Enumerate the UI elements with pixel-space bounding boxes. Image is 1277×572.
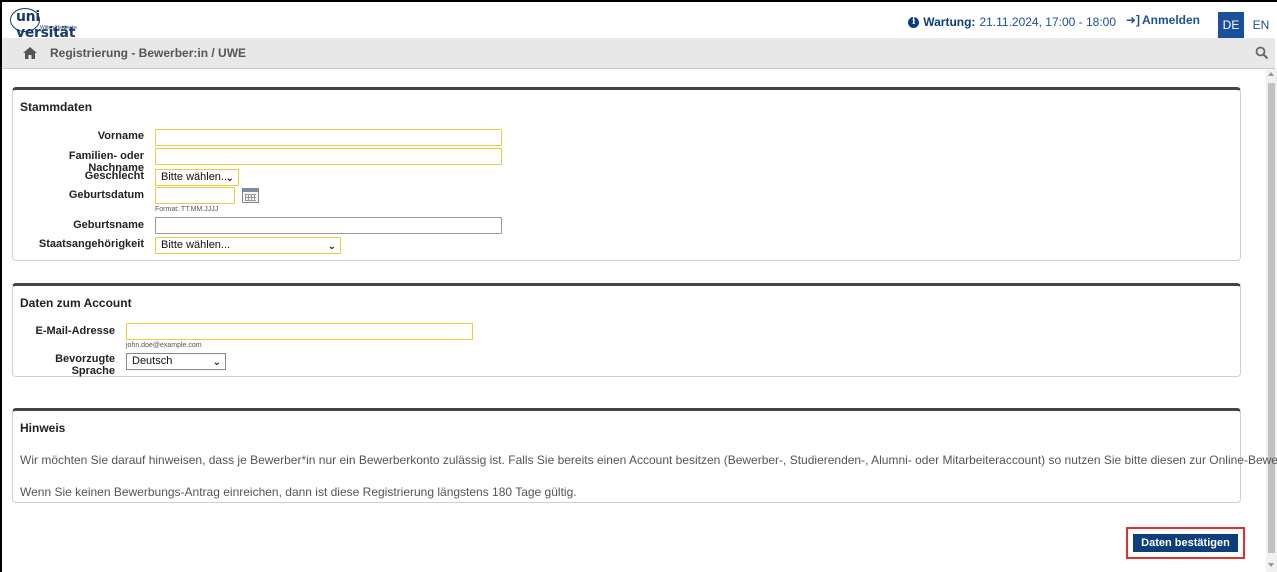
- email-label: E-Mail-Adresse: [35, 325, 115, 337]
- panel-title-stammdaten: Stammdaten: [20, 100, 93, 114]
- email-input[interactable]: [126, 323, 473, 340]
- sprache-select[interactable]: Deutsch ⌄: [126, 353, 226, 370]
- calendar-icon-grid: [245, 194, 256, 201]
- confirm-button[interactable]: Daten bestätigen: [1133, 534, 1238, 552]
- top-bar: uni versität Witten/Herdecke i Wartung: …: [2, 2, 1275, 41]
- hinweis-paragraph-2: Wenn Sie keinen Bewerbungs-Antrag einrei…: [20, 485, 577, 499]
- hinweis-paragraph-1: Wir möchten Sie darauf hinweisen, dass j…: [20, 453, 1277, 467]
- chevron-down-icon: ⌄: [212, 357, 221, 368]
- sprache-select-value: Deutsch: [132, 355, 173, 367]
- breadcrumb-bar: Registrierung - Bewerber:in / UWE: [2, 38, 1275, 69]
- panel-stammdaten: Stammdaten Vorname Familien- oder Nachna…: [12, 87, 1241, 261]
- email-format-hint: john.doe@example.com: [126, 342, 202, 349]
- maintenance-value: 21.11.2024, 17:00 - 18:00: [979, 15, 1116, 29]
- logo-subtitle: Witten/Herdecke: [40, 25, 77, 31]
- language-en-button[interactable]: EN: [1250, 12, 1272, 38]
- geburtsdatum-format-hint: Format: TT.MM.JJJJ: [155, 206, 219, 213]
- geburtsdatum-label: Geburtsdatum: [68, 189, 144, 201]
- geburtsname-input[interactable]: [155, 217, 502, 234]
- chevron-down-icon: ⌄: [225, 173, 234, 184]
- panel-account: Daten zum Account E-Mail-Adresse john.do…: [12, 283, 1241, 377]
- vorname-input[interactable]: [155, 129, 502, 146]
- scrollbar[interactable]: [1266, 69, 1277, 572]
- breadcrumb: Registrierung - Bewerber:in / UWE: [50, 46, 247, 60]
- maintenance-label: Wartung:: [923, 15, 976, 29]
- confirm-highlight: Daten bestätigen: [1126, 527, 1245, 559]
- scroll-down-arrow-icon[interactable]: [1268, 563, 1274, 567]
- calendar-icon[interactable]: [242, 188, 259, 203]
- login-link[interactable]: ➜] Anmelden: [1126, 13, 1200, 27]
- geschlecht-select[interactable]: Bitte wählen... ⌄: [155, 169, 239, 186]
- geburtsdatum-input[interactable]: [155, 187, 235, 204]
- search-icon[interactable]: [1255, 46, 1269, 60]
- nachname-input[interactable]: [155, 148, 502, 165]
- panel-title-hinweis: Hinweis: [20, 421, 66, 435]
- panel-title-account: Daten zum Account: [20, 296, 132, 310]
- geburtsname-label: Geburtsname: [73, 219, 144, 231]
- home-icon[interactable]: [22, 46, 38, 60]
- login-label: Anmelden: [1141, 13, 1200, 27]
- info-icon: i: [908, 16, 920, 28]
- staatsangehoerigkeit-select-value: Bitte wählen...: [161, 239, 231, 251]
- scroll-up-arrow-icon[interactable]: [1268, 72, 1274, 76]
- university-logo[interactable]: uni versität Witten/Herdecke: [10, 8, 88, 41]
- geschlecht-label: Geschlecht: [84, 170, 144, 182]
- chevron-down-icon: ⌄: [327, 241, 336, 252]
- panel-hinweis: Hinweis Wir möchten Sie darauf hinweisen…: [12, 408, 1277, 503]
- maintenance-notice: i Wartung: 21.11.2024, 17:00 - 18:00: [908, 15, 1116, 29]
- scrollbar-thumb[interactable]: [1268, 83, 1275, 553]
- staatsangehoerigkeit-select[interactable]: Bitte wählen... ⌄: [155, 237, 341, 254]
- calendar-icon-top: [243, 189, 258, 192]
- staatsangehoerigkeit-label: Staatsangehörigkeit: [38, 238, 144, 250]
- sign-in-icon: ➜]: [1125, 13, 1140, 27]
- language-de-button[interactable]: DE: [1218, 12, 1244, 38]
- sprache-label: Bevorzugte Sprache: [55, 353, 115, 377]
- vorname-label: Vorname: [97, 130, 144, 142]
- geschlecht-select-value: Bitte wählen...: [161, 171, 231, 183]
